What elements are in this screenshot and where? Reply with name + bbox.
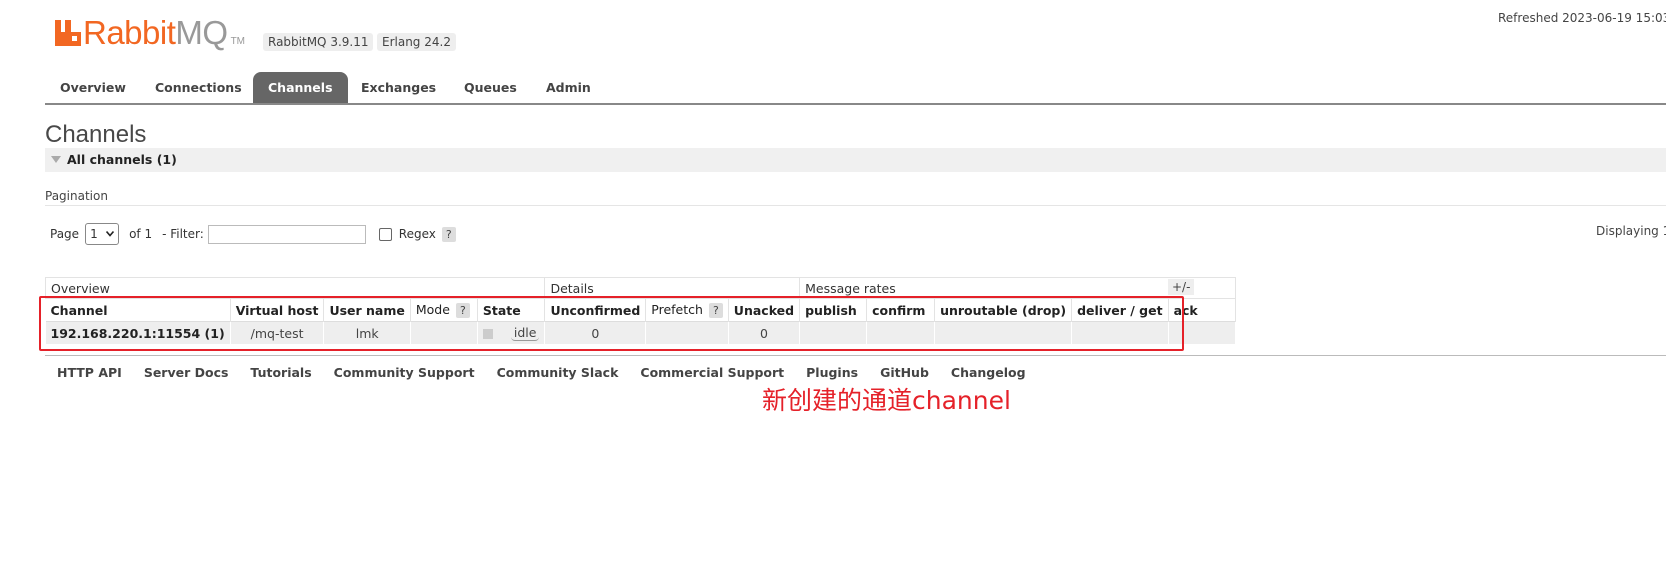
tab-exchanges[interactable]: Exchanges: [346, 72, 451, 103]
refreshed-timestamp: Refreshed 2023-06-19 15:03:: [1498, 11, 1666, 25]
rabbitmq-logo-icon: [55, 20, 81, 46]
pagination-label: Pagination: [45, 189, 108, 203]
main-nav: Overview Connections Channels Exchanges …: [45, 72, 1666, 105]
footer-link-community-slack[interactable]: Community Slack: [497, 365, 619, 380]
tab-overview[interactable]: Overview: [45, 72, 141, 103]
erlang-version-badge: Erlang 24.2: [377, 33, 456, 51]
footer-link-changelog[interactable]: Changelog: [951, 365, 1026, 380]
page-title: Channels: [45, 121, 147, 148]
regex-checkbox[interactable]: [378, 227, 392, 241]
collapse-triangle-icon: [51, 156, 61, 163]
footer-link-http-api[interactable]: HTTP API: [57, 365, 122, 380]
page-select[interactable]: 1: [85, 223, 120, 245]
pagination-controls: Page 1 of 1 - Filter: Regex ?: [50, 223, 456, 245]
rabbitmq-logo[interactable]: RabbitMQ TM: [55, 15, 245, 51]
regex-help-button[interactable]: ?: [441, 226, 456, 242]
page-count: of 1: [129, 227, 153, 241]
annotation-note: 新创建的通道channel: [762, 386, 1011, 415]
tab-queues[interactable]: Queues: [449, 72, 532, 103]
annotation-highlight-box: [39, 296, 1184, 351]
tab-connections[interactable]: Connections: [140, 72, 257, 103]
columns-toggle-button[interactable]: +/-: [1168, 279, 1195, 295]
footer-link-commercial-support[interactable]: Commercial Support: [640, 365, 784, 380]
footer-link-server-docs[interactable]: Server Docs: [144, 365, 229, 380]
tab-channels[interactable]: Channels: [253, 72, 348, 103]
filter-label: - Filter:: [162, 227, 204, 241]
footer-link-community-support[interactable]: Community Support: [334, 365, 475, 380]
footer-link-github[interactable]: GitHub: [880, 365, 929, 380]
filter-input[interactable]: [207, 224, 366, 244]
logo-wordmark: RabbitMQ: [83, 14, 228, 51]
all-channels-toggle[interactable]: All channels (1): [45, 148, 1666, 172]
tab-admin[interactable]: Admin: [531, 72, 606, 103]
footer-links: HTTP API Server Docs Tutorials Community…: [57, 365, 1048, 380]
page-label: Page: [50, 227, 80, 241]
footer-link-plugins[interactable]: Plugins: [806, 365, 858, 380]
footer-link-tutorials[interactable]: Tutorials: [250, 365, 311, 380]
footer-divider: [45, 355, 1666, 356]
rabbitmq-version-badge: RabbitMQ 3.9.11: [263, 33, 374, 51]
pagination-divider: [45, 205, 1666, 206]
section-title: All channels (1): [67, 152, 177, 167]
displaying-count: Displaying 1: [1596, 224, 1666, 238]
chevron-down-icon: [106, 231, 115, 237]
trademark: TM: [230, 36, 246, 47]
page-select-value: 1: [90, 227, 98, 241]
regex-label: Regex: [398, 227, 436, 241]
